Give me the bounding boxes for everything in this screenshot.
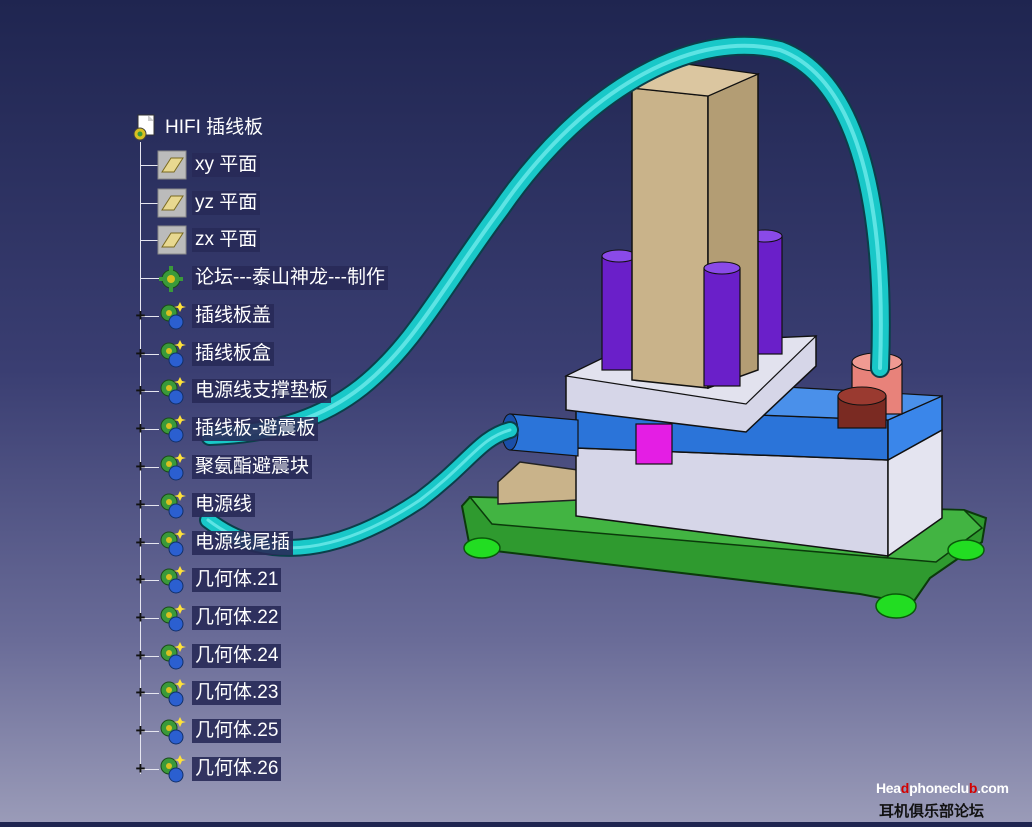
tree-node-label[interactable]: yz 平面 xyxy=(192,191,261,215)
tree-node-label[interactable]: zx 平面 xyxy=(192,228,261,252)
tree-node-label[interactable]: 插线板盒 xyxy=(192,342,275,366)
geometrical-set-icon[interactable] xyxy=(157,678,187,708)
expand-plus-icon[interactable]: + xyxy=(134,496,147,513)
tree-node-label[interactable]: 几何体.21 xyxy=(192,568,282,592)
expand-plus-icon[interactable]: + xyxy=(134,458,147,475)
plane-icon[interactable] xyxy=(157,188,187,218)
expand-plus-icon[interactable]: + xyxy=(134,684,147,701)
watermark-logo-text: Headphoneclub.com xyxy=(876,780,1009,796)
tree-node-label[interactable]: 论坛---泰山神龙---制作 xyxy=(192,266,388,290)
expand-plus-icon[interactable]: + xyxy=(134,345,147,362)
tree-node-label[interactable]: 电源线支撑垫板 xyxy=(192,379,332,403)
tree-node-label[interactable]: 几何体.22 xyxy=(192,606,282,630)
expand-plus-icon[interactable]: + xyxy=(134,571,147,588)
expand-plus-icon[interactable]: + xyxy=(134,420,147,437)
geometrical-set-icon[interactable] xyxy=(157,603,187,633)
tree-node-label[interactable]: 电源线 xyxy=(192,493,256,517)
tree-node-label[interactable]: xy 平面 xyxy=(192,153,261,177)
plane-icon[interactable] xyxy=(157,150,187,180)
tree-node-label[interactable]: 几何体.26 xyxy=(192,757,282,781)
geometrical-set-icon[interactable] xyxy=(157,339,187,369)
headphoneclub-watermark: Headphoneclub.com 耳机俱乐部论坛 xyxy=(872,778,1032,822)
tree-node-label[interactable]: 插线板盖 xyxy=(192,304,275,328)
tree-node-label[interactable]: 几何体.23 xyxy=(192,681,282,705)
geometrical-set-icon[interactable] xyxy=(157,754,187,784)
geometrical-set-icon[interactable] xyxy=(157,376,187,406)
expand-plus-icon[interactable]: + xyxy=(134,760,147,777)
geometrical-set-icon[interactable] xyxy=(157,528,187,558)
tree-node-label[interactable]: 插线板-避震板 xyxy=(192,417,319,441)
specification-tree: HIFI 插线板 xy 平面 yz 平面 zx 平面 论坛---泰山神龙---制… xyxy=(0,0,1032,822)
tree-node-label[interactable]: 聚氨酯避震块 xyxy=(192,455,313,479)
tree-node-label[interactable]: 几何体.25 xyxy=(192,719,282,743)
expand-plus-icon[interactable]: + xyxy=(134,534,147,551)
geometrical-set-icon[interactable] xyxy=(157,490,187,520)
watermark-subtitle: 耳机俱乐部论坛 xyxy=(879,803,985,820)
part-body-icon[interactable] xyxy=(157,263,187,293)
tree-root-label[interactable]: HIFI 插线板 xyxy=(162,116,266,140)
tree-node-label[interactable]: 几何体.24 xyxy=(192,644,282,668)
plane-icon[interactable] xyxy=(157,225,187,255)
expand-plus-icon[interactable]: + xyxy=(134,307,147,324)
tree-node-label[interactable]: 电源线尾插 xyxy=(192,531,294,555)
expand-plus-icon[interactable]: + xyxy=(134,647,147,664)
geometrical-set-icon[interactable] xyxy=(157,565,187,595)
product-gear-icon[interactable] xyxy=(130,113,160,143)
geometrical-set-icon[interactable] xyxy=(157,301,187,331)
geometrical-set-icon[interactable] xyxy=(157,641,187,671)
geometrical-set-icon[interactable] xyxy=(157,452,187,482)
geometrical-set-icon[interactable] xyxy=(157,414,187,444)
expand-plus-icon[interactable]: + xyxy=(134,382,147,399)
expand-plus-icon[interactable]: + xyxy=(134,722,147,739)
expand-plus-icon[interactable]: + xyxy=(134,609,147,626)
geometrical-set-icon[interactable] xyxy=(157,716,187,746)
